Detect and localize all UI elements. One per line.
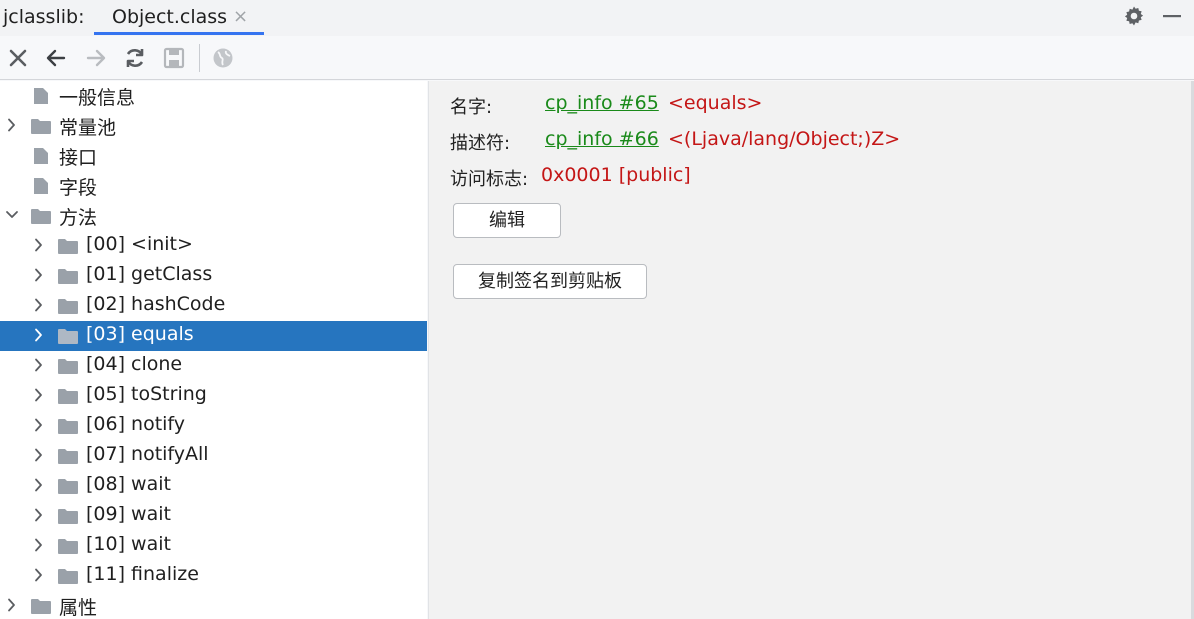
tree-item-label: 接口 <box>59 147 98 169</box>
tree-item[interactable]: [08] wait <box>0 471 427 501</box>
chevron-right-icon[interactable] <box>32 298 46 312</box>
tree-item-label: [01] getClass <box>86 263 213 285</box>
back-icon[interactable] <box>44 46 68 70</box>
folder-icon <box>58 389 78 404</box>
folder-icon <box>31 119 51 134</box>
title-bar: jclasslib: Object.class × <box>0 0 1194 36</box>
folder-icon <box>58 269 78 284</box>
access-flags-label: 访问标志: <box>450 169 529 190</box>
tree-item-label: 字段 <box>59 177 98 199</box>
chevron-right-icon[interactable] <box>32 328 46 342</box>
folder-icon <box>31 209 51 224</box>
toolbar-separator <box>199 44 200 72</box>
tab-object-class[interactable]: Object.class × <box>98 0 264 36</box>
file-icon <box>34 88 48 104</box>
tree-item-label: [10] wait <box>86 533 171 555</box>
tree-item-label: [04] clone <box>86 353 183 375</box>
toolbar <box>0 36 1194 80</box>
file-icon <box>34 148 48 164</box>
tree-item-label: [08] wait <box>86 473 171 495</box>
tree-item-label: [03] equals <box>86 323 194 345</box>
gear-icon[interactable] <box>1122 4 1146 28</box>
tree-item-label: 属性 <box>59 597 98 619</box>
minimize-icon[interactable] <box>1160 4 1184 28</box>
chevron-right-icon[interactable] <box>32 568 46 582</box>
tree-item-label: 常量池 <box>59 117 117 139</box>
tree-item-label: 方法 <box>59 207 98 229</box>
chevron-right-icon[interactable] <box>32 238 46 252</box>
tree-item[interactable]: [03] equals <box>0 321 427 351</box>
descriptor-value: <(Ljava/lang/Object;)Z> <box>668 128 901 150</box>
chevron-right-icon[interactable] <box>32 388 46 402</box>
chevron-down-icon[interactable] <box>5 208 19 222</box>
close-icon[interactable] <box>6 46 30 70</box>
descriptor-cp-info-link[interactable]: cp_info #66 <box>545 128 659 150</box>
folder-icon <box>58 419 78 434</box>
tab-label[interactable]: Object.class <box>112 6 227 28</box>
tree-item[interactable]: [09] wait <box>0 501 427 531</box>
refresh-icon[interactable] <box>123 46 147 70</box>
tree-item-label: [06] notify <box>86 413 186 435</box>
tree-item[interactable]: [07] notifyAll <box>0 441 427 471</box>
tree-item[interactable]: [05] toString <box>0 381 427 411</box>
forward-icon[interactable] <box>84 46 108 70</box>
detail-pane: 名字: cp_info #65 <equals> 描述符: cp_info #6… <box>428 81 1194 619</box>
chevron-right-icon[interactable] <box>32 538 46 552</box>
copy-signature-button[interactable]: 复制签名到剪贴板 <box>453 264 647 299</box>
access-flags-value: 0x0001 [public] <box>541 164 691 186</box>
folder-icon <box>31 599 51 614</box>
structure-tree[interactable]: 一般信息常量池接口字段方法 [00] <init> [01] getClass [02… <box>0 81 427 619</box>
tree-item[interactable]: [10] wait <box>0 531 427 561</box>
tree-item-label: [07] notifyAll <box>86 443 209 465</box>
tree-item[interactable]: 一般信息 <box>0 81 427 111</box>
folder-icon <box>58 449 78 464</box>
chevron-right-icon[interactable] <box>32 418 46 432</box>
tree-item-label: [05] toString <box>86 383 207 405</box>
tree-item[interactable]: [00] <init> <box>0 231 427 261</box>
name-label: 名字: <box>450 97 493 118</box>
tree-item-label: [11] finalize <box>86 563 199 585</box>
name-value: <equals> <box>668 92 763 114</box>
edit-button[interactable]: 编辑 <box>453 203 561 238</box>
chevron-right-icon[interactable] <box>32 448 46 462</box>
descriptor-label: 描述符: <box>450 133 511 154</box>
tree-item[interactable]: 字段 <box>0 171 427 201</box>
tree-item[interactable]: [11] finalize <box>0 561 427 591</box>
tree-item-label: [09] wait <box>86 503 171 525</box>
folder-icon <box>58 239 78 254</box>
active-tab-indicator <box>94 32 264 35</box>
browser-icon[interactable] <box>211 46 235 70</box>
file-icon <box>34 178 48 194</box>
chevron-right-icon[interactable] <box>32 478 46 492</box>
tab-close-icon[interactable]: × <box>233 6 248 27</box>
tree-item[interactable]: [04] clone <box>0 351 427 381</box>
folder-icon <box>58 329 78 344</box>
folder-icon <box>58 299 78 314</box>
tree-item[interactable]: 常量池 <box>0 111 427 141</box>
tree-item[interactable]: 接口 <box>0 141 427 171</box>
tree-item-label: 一般信息 <box>59 87 136 109</box>
save-icon[interactable] <box>162 46 186 70</box>
tree-item[interactable]: [02] hashCode <box>0 291 427 321</box>
chevron-right-icon[interactable] <box>32 508 46 522</box>
chevron-right-icon[interactable] <box>32 268 46 282</box>
tree-item-label: [02] hashCode <box>86 293 226 315</box>
tree-item[interactable]: 属性 <box>0 591 427 619</box>
tree-item[interactable]: 方法 <box>0 201 427 231</box>
folder-icon <box>58 359 78 374</box>
chevron-right-icon[interactable] <box>5 118 19 132</box>
chevron-right-icon[interactable] <box>32 358 46 372</box>
chevron-right-icon[interactable] <box>5 598 19 612</box>
folder-icon <box>58 539 78 554</box>
tree-item[interactable]: [06] notify <box>0 411 427 441</box>
name-cp-info-link[interactable]: cp_info #65 <box>545 92 659 114</box>
tree-item-label: [00] <init> <box>86 233 193 255</box>
tree-item[interactable]: [01] getClass <box>0 261 427 291</box>
app-name: jclasslib: <box>3 6 85 28</box>
folder-icon <box>58 509 78 524</box>
folder-icon <box>58 479 78 494</box>
folder-icon <box>58 569 78 584</box>
